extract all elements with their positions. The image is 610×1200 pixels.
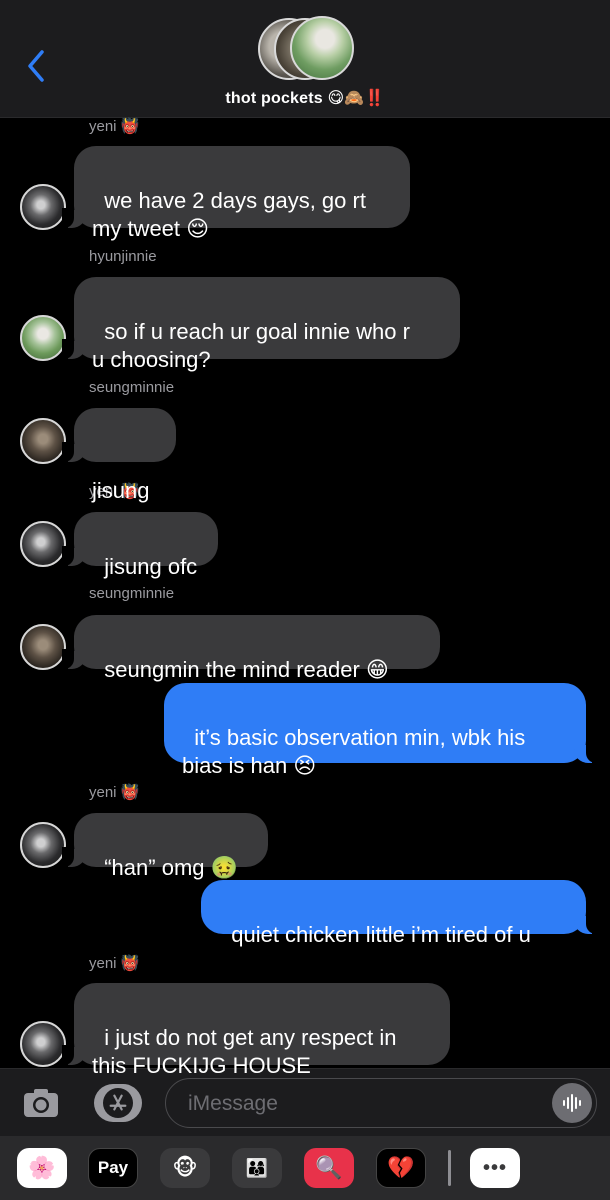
sender-name: yeni 👹 — [89, 784, 140, 801]
sender-name: yeni 👹 — [89, 955, 140, 972]
avatar[interactable] — [20, 184, 66, 230]
conversation-header: thot pockets 😋🙈‼️ — [0, 0, 610, 118]
avatar[interactable] — [20, 624, 66, 670]
message-text: we have 2 days gays, go rt my tweet 😌 — [92, 188, 366, 241]
compose-bar: iMessage — [0, 1068, 610, 1136]
message-bubble-incoming[interactable]: we have 2 days gays, go rt my tweet 😌 — [62, 146, 410, 241]
message-text: “han” omg 🤢 — [104, 855, 239, 880]
search-glyph: 🔍 — [315, 1155, 343, 1180]
message-text: jisung ofc — [104, 554, 198, 579]
app-store-button[interactable] — [94, 1084, 142, 1122]
sender-name: seungminnie — [89, 585, 175, 602]
group-avatar-stack[interactable] — [258, 16, 354, 82]
memoji-app-icon[interactable]: 🐵 — [160, 1148, 210, 1188]
message-bubble-incoming[interactable]: seungmin the mind reader 😁 — [62, 615, 440, 682]
avatar[interactable] — [20, 1021, 66, 1067]
message-text: so if u reach ur goal innie who r u choo… — [92, 319, 410, 372]
digital-touch-glyph: 💔 — [387, 1155, 415, 1180]
input-placeholder: iMessage — [188, 1092, 278, 1115]
avatar[interactable] — [20, 315, 66, 361]
message-bubble-outgoing[interactable]: quiet chicken little i’m tired of u — [201, 880, 598, 947]
message-text: seungmin the mind reader 😁 — [104, 657, 389, 682]
memoji-stickers-app-icon[interactable]: 👨‍👩‍👦 — [232, 1148, 282, 1188]
imessage-input[interactable]: iMessage — [165, 1078, 597, 1128]
sender-name: seungminnie — [89, 379, 175, 396]
message-text: jisung — [92, 478, 150, 503]
message-bubble-incoming[interactable]: “han” omg 🤢 — [62, 813, 268, 880]
group-title[interactable]: thot pockets 😋🙈‼️ — [0, 88, 610, 108]
group-avatar — [290, 16, 354, 80]
avatar[interactable] — [20, 521, 66, 567]
message-text: it’s basic observation min, wbk his bias… — [182, 725, 526, 778]
message-bubble-incoming[interactable]: jisung — [62, 408, 176, 503]
app-drawer: 🌸 Pay 🐵 👨‍👩‍👦 🔍 💔 ••• — [0, 1136, 610, 1200]
photos-app-icon[interactable]: 🌸 — [17, 1148, 67, 1188]
apple-pay-app-icon[interactable]: Pay — [88, 1148, 138, 1188]
apple-pay-label: Pay — [97, 1158, 129, 1177]
back-chevron-icon[interactable] — [22, 46, 52, 86]
memoji-stickers-glyph: 👨‍👩‍👦 — [245, 1157, 269, 1178]
message-bubble-incoming[interactable]: so if u reach ur goal innie who r u choo… — [62, 277, 460, 372]
images-search-app-icon[interactable]: 🔍 — [304, 1148, 354, 1188]
sender-name: hyunjinnie — [89, 248, 157, 265]
camera-icon[interactable] — [22, 1086, 60, 1120]
digital-touch-app-icon[interactable]: 💔 — [376, 1148, 426, 1188]
more-apps-button[interactable]: ••• — [470, 1148, 520, 1188]
avatar[interactable] — [20, 822, 66, 868]
sender-name: yeni 👹 — [89, 118, 140, 135]
avatar[interactable] — [20, 418, 66, 464]
audio-waveform-icon[interactable] — [552, 1083, 592, 1123]
more-glyph: ••• — [482, 1156, 507, 1179]
photos-glyph: 🌸 — [28, 1155, 56, 1180]
message-bubble-incoming[interactable]: i just do not get any respect in this FU… — [62, 983, 450, 1078]
memoji-glyph: 🐵 — [172, 1155, 198, 1180]
message-bubble-outgoing[interactable]: it’s basic observation min, wbk his bias… — [164, 683, 598, 778]
app-store-icon — [103, 1088, 133, 1118]
message-text: quiet chicken little i’m tired of u — [231, 922, 531, 947]
message-bubble-incoming[interactable]: jisung ofc — [62, 512, 218, 579]
drawer-divider — [448, 1150, 451, 1186]
